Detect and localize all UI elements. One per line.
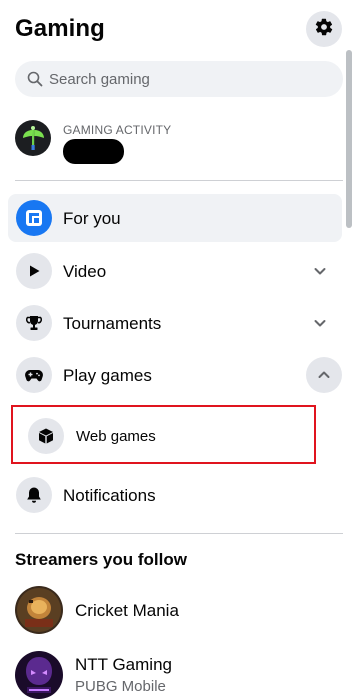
- divider: [15, 533, 343, 534]
- nav-item-web-games[interactable]: Web games: [11, 405, 316, 464]
- avatar: [15, 651, 63, 699]
- streamer-name: NTT Gaming: [75, 655, 172, 674]
- nav-label-tournaments: Tournaments: [63, 314, 162, 333]
- redacted-name: [63, 139, 124, 164]
- nav-label-notifications: Notifications: [63, 486, 156, 505]
- divider: [15, 180, 343, 181]
- nav-label-play-games: Play games: [63, 366, 152, 385]
- nav-item-play-games[interactable]: Play games: [8, 351, 342, 399]
- chevron-down-icon[interactable]: [306, 309, 334, 337]
- nav-label-web-games: Web games: [76, 428, 156, 445]
- streamer-subtitle: PUBG Mobile: [75, 678, 166, 695]
- gaming-sidebar: Gaming GAMING ACTIVITY: [0, 0, 359, 699]
- gamepad-icon: [16, 357, 52, 393]
- gear-icon: [314, 17, 334, 42]
- nav-item-for-you[interactable]: For you: [8, 194, 342, 242]
- scrollbar-thumb[interactable]: [346, 50, 352, 228]
- streamer-item[interactable]: Cricket Mania: [15, 586, 335, 634]
- search-icon: [26, 70, 44, 88]
- search-bar[interactable]: [15, 61, 343, 97]
- chevron-up-icon[interactable]: [306, 357, 342, 393]
- play-icon: [16, 253, 52, 289]
- trophy-icon: [16, 305, 52, 341]
- bell-icon: [16, 477, 52, 513]
- nav-label-for-you: For you: [63, 209, 121, 228]
- gaming-activity-label: GAMING ACTIVITY: [63, 123, 172, 137]
- nav-label-video: Video: [63, 262, 107, 281]
- nav-item-video[interactable]: Video: [8, 247, 342, 295]
- nav-item-tournaments[interactable]: Tournaments: [8, 299, 342, 347]
- gaming-activity[interactable]: GAMING ACTIVITY: [15, 120, 335, 166]
- nav-item-notifications[interactable]: Notifications: [8, 471, 342, 519]
- for-you-icon: [16, 200, 52, 236]
- chevron-down-icon[interactable]: [306, 257, 334, 285]
- avatar: [15, 586, 63, 634]
- settings-button[interactable]: [306, 11, 342, 47]
- streamer-item[interactable]: NTT Gaming PUBG Mobile: [15, 651, 335, 699]
- streamer-name: Cricket Mania: [75, 601, 179, 620]
- cube-icon: [28, 418, 64, 454]
- axe-avatar-icon: [15, 120, 51, 156]
- search-input[interactable]: [49, 70, 329, 88]
- page-title: Gaming: [15, 15, 105, 42]
- streamers-heading: Streamers you follow: [15, 550, 187, 569]
